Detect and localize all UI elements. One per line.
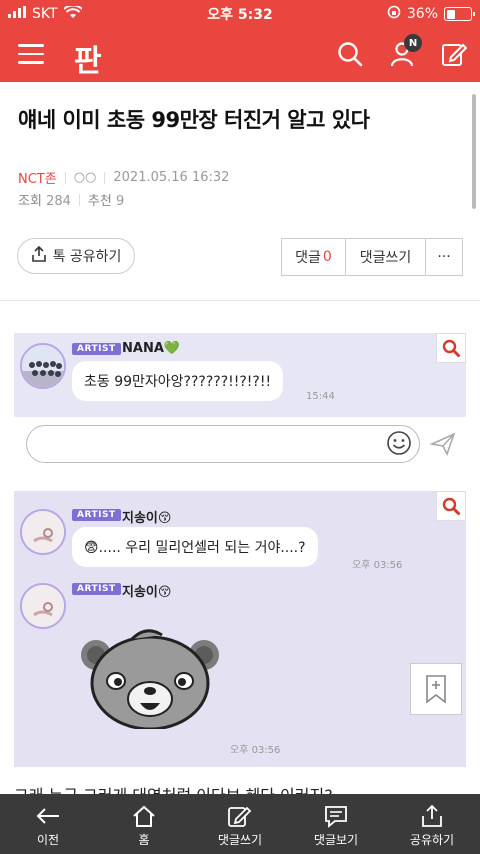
likes-label: 추천 [87,194,112,209]
rotation-lock-icon [387,5,401,23]
artist-badge: ARTIST [72,509,121,521]
artist-badge: ARTIST [72,583,121,595]
write-comment-icon [228,806,252,827]
status-right: 36% [387,5,475,23]
nav-home-label: 홈 [138,833,150,847]
comments-label: 댓글 [295,250,321,266]
avatar [20,343,66,389]
bookmark-button[interactable] [410,663,462,715]
status-bar: SKT 오후 5:32 36% [0,0,480,28]
chat-time: 오후 03:56 [352,560,403,571]
nav-share-label: 공유하기 [409,833,455,847]
nav-write-comment-label: 댓글쓰기 [217,833,263,847]
post-category[interactable]: NCT존 [18,168,57,187]
more-button[interactable]: ··· [426,239,462,275]
likes-count: 9 [115,194,125,209]
views-count: 284 [46,194,71,209]
bookmark-icon [426,675,446,704]
comments-count: 0 [322,249,332,265]
scrollbar[interactable] [472,94,476,209]
menu-icon[interactable] [18,44,44,64]
battery-icon [444,7,475,21]
avatar [20,509,66,555]
bear-sticker [76,625,224,731]
kakao-share-button[interactable]: 톡 공유하기 [17,238,135,274]
nav-view-comments-label: 댓글보기 [313,833,359,847]
home-icon [133,805,155,827]
write-comment-button[interactable]: 댓글쓰기 [346,239,426,275]
views-label: 조회 [18,194,42,209]
divider [0,300,480,301]
post-meta: NCT존 ○○ 2021.05.16 16:32 [18,168,229,187]
chat-bubble: 😨..... 우리 밀리언셀러 되는 거야....? [72,527,318,567]
chat-author: 지송이😚 [122,585,172,600]
chat-screenshot-2: ARTIST 지송이😚 😨..... 우리 밀리언셀러 되는 거야....? 오… [14,491,466,767]
post-date: 2021.05.16 16:32 [113,170,230,185]
chat-author: NANA💚 [122,341,181,356]
chat-bubble: 초동 99만자아앙??????!!?!?!! [72,361,284,401]
chat-input[interactable] [26,425,420,463]
avatar [20,583,66,629]
sticker-time: 오후 03:56 [230,745,281,756]
chat-author: 지송이😚 [122,511,172,526]
send-icon[interactable] [429,432,456,457]
nav-home[interactable]: 홈 [96,794,192,854]
app-header: 판 N [0,28,480,82]
view-comments-icon [325,806,347,828]
emoji-icon[interactable] [386,430,412,456]
nav-back[interactable]: 이전 [0,794,96,854]
share-icon [31,245,47,266]
post-stats: 조회 284 추천 9 [18,190,124,209]
nav-share[interactable]: 공유하기 [384,794,480,854]
zoom-icon[interactable] [436,491,466,521]
comment-actions: 댓글 0 댓글쓰기 ··· [281,238,463,276]
back-arrow-icon [36,808,59,824]
nav-view-comments[interactable]: 댓글보기 [288,794,384,854]
chat-time: 15:44 [306,391,335,402]
write-icon[interactable] [438,38,470,70]
zoom-icon[interactable] [436,333,466,363]
artist-badge: ARTIST [72,343,121,355]
nav-back-label: 이전 [36,833,60,847]
nav-write-comment[interactable]: 댓글쓰기 [192,794,288,854]
chat-screenshot-1: ARTIST NANA💚 초동 99만자아앙??????!!?!?!! 15:4… [14,333,466,417]
bottom-nav: 이전 홈 댓글쓰기 댓글보기 공유하기 [0,794,480,854]
share-icon [422,804,442,827]
search-icon[interactable] [334,38,366,70]
post-author: ○○ [73,170,97,185]
profile-icon[interactable]: N [386,34,422,70]
battery-percent: 36% [406,6,438,22]
post-title: 얘네 이미 초동 99만장 터진거 알고 있다 [18,108,370,132]
comments-button[interactable]: 댓글 0 [282,239,346,275]
notification-badge: N [404,34,422,52]
app-logo[interactable]: 판 [74,36,102,80]
share-label: 톡 공유하기 [52,249,122,265]
